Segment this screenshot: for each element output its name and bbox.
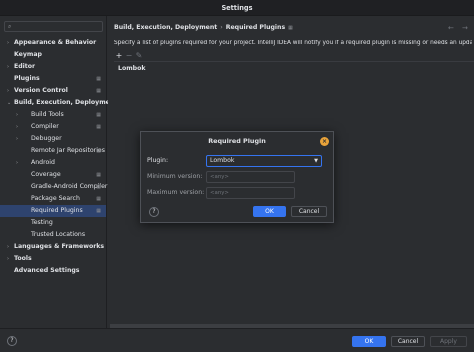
sidebar-item-remote-jar-repositories[interactable]: Remote Jar Repositories ▦ xyxy=(0,145,106,157)
plugins-toolbar: + − ✎ xyxy=(114,51,144,61)
grid-icon: ▦ xyxy=(96,112,101,118)
sidebar-item-required-plugins[interactable]: Required Plugins ▦ xyxy=(0,205,106,217)
sidebar-item-label: Build Tools xyxy=(31,111,64,118)
sidebar-item-gradle-android-compiler[interactable]: Gradle-Android Compiler ▦ xyxy=(0,181,107,193)
sidebar-item-languages-frameworks[interactable]: › Languages & Frameworks xyxy=(0,241,106,253)
sidebar-item-label: Trusted Locations xyxy=(31,231,86,238)
breadcrumb-current: Required Plugins xyxy=(225,24,286,31)
window-title: Settings xyxy=(0,0,474,16)
breadcrumb-separator: › xyxy=(220,24,223,31)
min-version-label: Minimum version: xyxy=(147,173,203,180)
sidebar-item-label: Version Control xyxy=(14,87,68,94)
sidebar-item-label: Appearance & Behavior xyxy=(14,39,97,46)
chevron-right-icon[interactable]: › xyxy=(7,37,9,49)
grid-icon: ▦ xyxy=(96,184,101,190)
sidebar-item-label: Languages & Frameworks xyxy=(14,243,105,250)
remove-icon[interactable]: − xyxy=(124,51,134,61)
min-version-field[interactable]: <any> xyxy=(206,171,295,183)
chevron-right-icon[interactable]: › xyxy=(7,241,9,253)
edit-icon[interactable]: ✎ xyxy=(134,51,144,61)
page-description: Specify a list of plugins required for y… xyxy=(114,40,472,46)
sidebar-item-tools[interactable]: › Tools xyxy=(0,253,106,265)
grid-icon: ▦ xyxy=(96,88,101,94)
sidebar-item-editor[interactable]: › Editor xyxy=(0,61,106,73)
required-plugin-dialog: Required Plugin × Plugin: Lombok ▼ Minim… xyxy=(140,131,334,223)
list-item[interactable]: Lombok xyxy=(118,65,145,72)
max-version-field[interactable]: <any> xyxy=(206,187,295,199)
grid-icon: ▦ xyxy=(96,76,101,82)
sidebar-item-android[interactable]: › Android xyxy=(0,157,106,169)
grid-icon: ▦ xyxy=(96,196,101,202)
sidebar-item-label: Required Plugins xyxy=(31,207,83,214)
sidebar-item-keymap[interactable]: Keymap xyxy=(0,49,106,61)
sidebar-item-label: Package Search xyxy=(31,195,80,202)
chevron-down-icon: ▼ xyxy=(314,158,318,164)
ok-button[interactable]: OK xyxy=(352,336,386,347)
sidebar-item-label: Coverage xyxy=(31,171,61,178)
plugin-label: Plugin: xyxy=(147,157,169,164)
min-version-row: Minimum version: <any> xyxy=(147,171,329,183)
search-input[interactable]: ⌕ xyxy=(4,21,103,32)
plugin-combobox[interactable]: Lombok ▼ xyxy=(206,155,322,167)
chevron-right-icon[interactable]: › xyxy=(16,133,18,145)
grid-icon: ▦ xyxy=(96,208,101,214)
sidebar-item-package-search[interactable]: Package Search ▦ xyxy=(0,193,106,205)
settings-tree: › Appearance & Behavior Keymap › Editor Plugi… xyxy=(0,37,117,277)
sidebar-item-trusted-locations[interactable]: Trusted Locations xyxy=(0,229,106,241)
sidebar-item-label: Build, Execution, Deployment xyxy=(14,99,118,106)
chevron-right-icon[interactable]: › xyxy=(16,157,18,169)
sidebar-item-label: Editor xyxy=(14,63,36,70)
sidebar-item-plugins[interactable]: Plugins ▦ xyxy=(0,73,106,85)
back-arrow-icon[interactable]: ← xyxy=(448,24,454,32)
chevron-right-icon[interactable]: › xyxy=(7,61,9,73)
sidebar-item-compiler[interactable]: › Compiler ▦ xyxy=(0,121,106,133)
sidebar-item-testing[interactable]: Testing xyxy=(0,217,106,229)
dialog-footer: ? OK Cancel Apply xyxy=(0,328,474,352)
sidebar-item-label: Android xyxy=(31,159,55,166)
close-icon[interactable]: × xyxy=(320,137,329,146)
sidebar-item-label: Testing xyxy=(31,219,53,226)
chevron-right-icon[interactable]: › xyxy=(16,121,18,133)
sidebar-item-coverage[interactable]: Coverage ▦ xyxy=(0,169,106,181)
max-version-label: Maximum version: xyxy=(147,189,205,196)
sidebar-item-build-execution-deployment[interactable]: ⌄ Build, Execution, Deployment xyxy=(0,97,117,109)
sidebar-item-label: Compiler xyxy=(31,123,59,130)
sidebar-item-label: Keymap xyxy=(14,51,42,58)
sidebar-item-label: Advanced Settings xyxy=(14,267,80,274)
help-button[interactable]: ? xyxy=(7,336,17,346)
sidebar-item-advanced-settings[interactable]: Advanced Settings xyxy=(0,265,106,277)
sidebar-item-debugger[interactable]: › Debugger xyxy=(0,133,106,145)
settings-sidebar: ⌕ › Appearance & Behavior Keymap › Editor Plu… xyxy=(0,16,117,328)
grid-icon: ▦ xyxy=(96,148,101,154)
plugin-value: Lombok xyxy=(210,157,235,164)
plugin-row: Plugin: Lombok ▼ xyxy=(147,155,329,167)
sidebar-item-label: Tools xyxy=(14,255,32,262)
apply-button[interactable]: Apply xyxy=(430,336,467,347)
grid-icon: ▦ xyxy=(288,25,293,31)
dialog-title: Required Plugin xyxy=(208,137,266,145)
sidebar-item-version-control[interactable]: › Version Control ▦ xyxy=(0,85,106,97)
sidebar-item-label: Remote Jar Repositories xyxy=(31,147,105,154)
chevron-right-icon[interactable]: › xyxy=(16,109,18,121)
search-icon: ⌕ xyxy=(8,23,12,30)
chevron-down-icon[interactable]: ⌄ xyxy=(7,97,11,109)
cancel-button[interactable]: Cancel xyxy=(391,336,425,347)
dialog-cancel-button[interactable]: Cancel xyxy=(291,206,327,217)
dialog-help-button[interactable]: ? xyxy=(149,207,159,217)
sidebar-item-appearance-behavior[interactable]: › Appearance & Behavior xyxy=(0,37,106,49)
chevron-right-icon[interactable]: › xyxy=(7,253,9,265)
forward-arrow-icon[interactable]: → xyxy=(462,24,468,32)
chevron-right-icon[interactable]: › xyxy=(7,85,9,97)
grid-icon: ▦ xyxy=(96,124,101,130)
max-version-row: Maximum version: <any> xyxy=(147,187,329,199)
breadcrumb: Build, Execution, Deployment › Required Pl… xyxy=(114,24,293,31)
sidebar-item-label: Plugins xyxy=(14,75,40,82)
sidebar-item-label: Debugger xyxy=(31,135,62,142)
dialog-ok-button[interactable]: OK xyxy=(253,206,286,217)
sidebar-item-build-tools[interactable]: › Build Tools ▦ xyxy=(0,109,106,121)
grid-icon: ▦ xyxy=(96,172,101,178)
add-icon[interactable]: + xyxy=(114,51,124,61)
breadcrumb-parent[interactable]: Build, Execution, Deployment xyxy=(114,24,217,31)
